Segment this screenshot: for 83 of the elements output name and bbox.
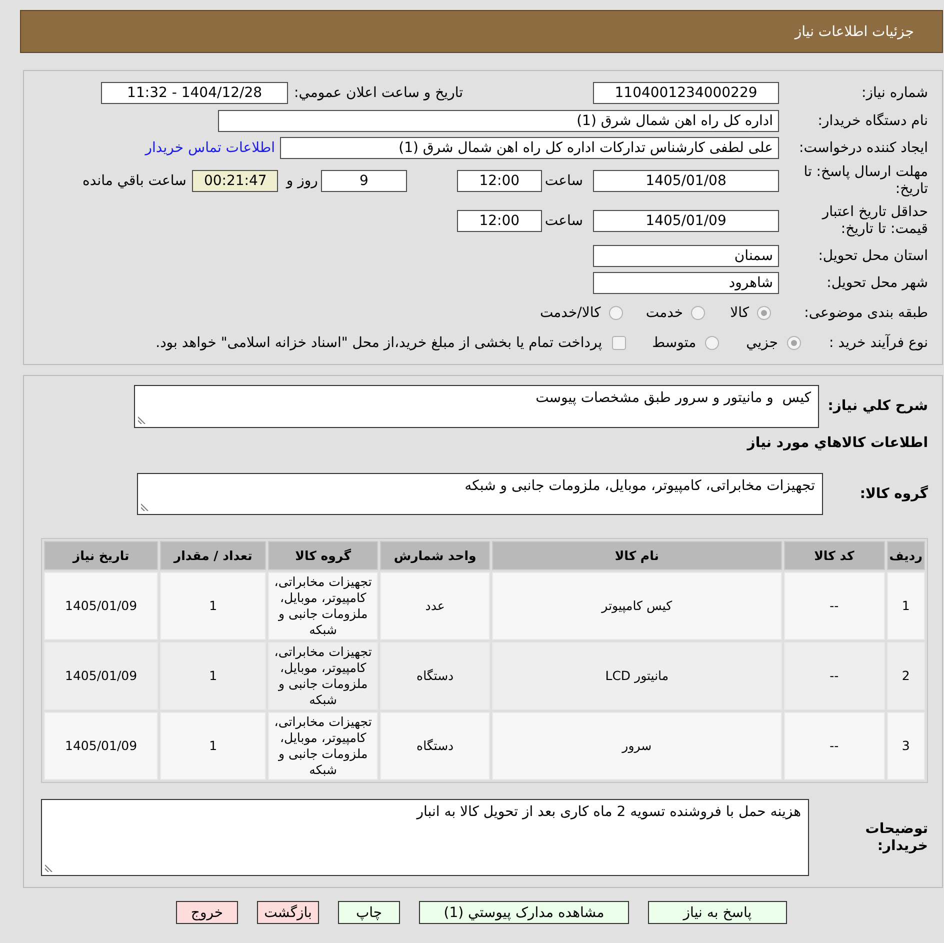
radio-button[interactable]: [757, 306, 771, 320]
table-cell: تجهیزات مخابراتی، کامپیوتر، موبایل، ملزومات جانبی و شبکه: [268, 642, 378, 710]
announce-date-field[interactable]: 1404/12/28 - 11:32: [101, 82, 288, 104]
need-number-field[interactable]: 1104001234000229: [593, 82, 779, 104]
table-cell: 2: [886, 642, 925, 710]
field-label: ساعت باقي مانده: [82, 173, 186, 189]
column-header: تعداد / مقدار: [160, 541, 266, 570]
column-header: واحد شمارش: [380, 541, 490, 570]
remaining-time-field[interactable]: 00:21:47: [192, 170, 278, 192]
field-label: ایجاد کننده درخواست:: [799, 140, 928, 156]
validity-date-field[interactable]: 1405/01/09: [593, 210, 779, 232]
city-field[interactable]: شاهرود: [593, 272, 779, 294]
table-cell: 1: [160, 712, 266, 780]
validity-time-field[interactable]: 12:00: [456, 210, 542, 232]
action-button[interactable]: مشاهده مدارک پیوستي (1): [419, 901, 629, 924]
action-button[interactable]: چاپ: [338, 901, 400, 924]
field-label: استان محل تحویل:: [818, 248, 928, 264]
table-cell: 1: [160, 642, 266, 710]
notes-field[interactable]: هزینه حمل با فروشنده تسویه 2 ماه کاری بعد از تحویل کالا به انبار: [41, 799, 809, 876]
table-cell: دستگاه: [380, 642, 490, 710]
field-label: گروه کالا:: [860, 486, 928, 502]
resize-grip-icon[interactable]: [141, 503, 149, 511]
field-label: توضیحات خریدار:: [865, 820, 928, 854]
resize-grip-icon[interactable]: [138, 416, 146, 424]
resize-grip-icon[interactable]: [45, 864, 53, 872]
section-title: اطلاعات کالاهاي مورد نیاز: [747, 435, 928, 452]
field-label: مهلت ارسال پاسخ: تا تاریخ:: [804, 164, 928, 197]
option-label: خدمت: [646, 305, 684, 321]
field-label: شرح کلي نیاز:: [828, 398, 928, 414]
table-cell: دستگاه: [380, 712, 490, 780]
field-label: تاريخ و ساعت اعلان عمومي:: [294, 85, 463, 101]
buyer-org-field[interactable]: اداره کل راه اهن شمال شرق (1): [218, 110, 779, 132]
column-header: تاريخ نیاز: [44, 541, 158, 570]
table-cell: --: [784, 642, 885, 710]
option-label: کالا: [730, 305, 749, 321]
requester-field[interactable]: علی لطفی کارشناس تدارکات اداره کل راه اهن شمال شرق (1): [280, 137, 779, 159]
field-label: شماره نیاز:: [862, 84, 928, 100]
table-cell: کیس کامپیوتر: [492, 572, 782, 640]
column-header: نام کالا: [492, 541, 782, 570]
province-field[interactable]: سمنان: [593, 245, 779, 267]
table-cell: 1405/01/09: [44, 642, 158, 710]
table-cell: مانیتور LCD: [492, 642, 782, 710]
table-cell: تجهیزات مخابراتی، کامپیوتر، موبایل، ملزومات جانبی و شبکه: [268, 572, 378, 640]
table-cell: --: [784, 712, 885, 780]
table-cell: 3: [886, 712, 925, 780]
table-cell: سرور: [492, 712, 782, 780]
radio-button[interactable]: [787, 336, 802, 350]
option-label: متوسط: [652, 335, 696, 351]
field-label: شهر محل تحویل:: [826, 274, 928, 290]
field-label: طبقه بندی موضوعی:: [804, 304, 928, 320]
radio-button[interactable]: [608, 306, 623, 320]
field-label: ساعت: [544, 213, 583, 229]
column-header: ردیف: [886, 541, 925, 570]
contact-link[interactable]: اطلاعات تماس خریدار: [145, 140, 275, 156]
field-label: ساعت: [544, 173, 583, 189]
checkbox[interactable]: [612, 336, 626, 350]
days-field[interactable]: 9: [320, 170, 407, 192]
table-cell: 1: [160, 572, 266, 640]
action-button[interactable]: بازگشت: [257, 901, 319, 924]
option-label: کالا/خدمت: [540, 305, 601, 321]
option-label: جزيي: [746, 335, 778, 351]
field-label: حداقل تاریخ اعتبار قیمت: تا تاریخ:: [822, 204, 928, 237]
table-cell: تجهیزات مخابراتی، کامپیوتر، موبایل، ملزومات جانبی و شبکه: [268, 712, 378, 780]
action-button[interactable]: پاسخ به نیاز: [648, 901, 787, 924]
field-label: نام دستگاه خریدار:: [818, 112, 928, 128]
summary-field[interactable]: کیس و مانیتور و سرور طبق مشخصات پیوست: [134, 385, 819, 428]
column-header: کد کالا: [784, 541, 885, 570]
deadline-date-field[interactable]: 1405/01/08: [593, 170, 779, 192]
goods-group-field[interactable]: تجهیزات مخابراتی، کامپیوتر، موبایل، ملزومات جانبی و شبکه: [137, 473, 823, 515]
radio-button[interactable]: [705, 336, 720, 350]
table-cell: 1405/01/09: [44, 572, 158, 640]
deadline-time-field[interactable]: 12:00: [456, 170, 542, 192]
action-button[interactable]: خروج: [176, 901, 238, 924]
table-cell: 1: [886, 572, 925, 640]
field-label: نوع فرآیند خرید :: [829, 335, 928, 351]
radio-button[interactable]: [691, 306, 706, 320]
table-cell: عدد: [380, 572, 490, 640]
checkbox-label: پرداخت تمام یا بخشی از مبلغ خرید،از محل "اسناد خزانه اسلامی" خواهد بود.: [156, 335, 602, 351]
field-label: روز و: [286, 173, 318, 189]
table-cell: --: [784, 572, 885, 640]
page-title: جزئیات اطلاعات نیاز: [794, 24, 914, 40]
table-cell: 1405/01/09: [44, 712, 158, 780]
column-header: گروه کالا: [268, 541, 378, 570]
